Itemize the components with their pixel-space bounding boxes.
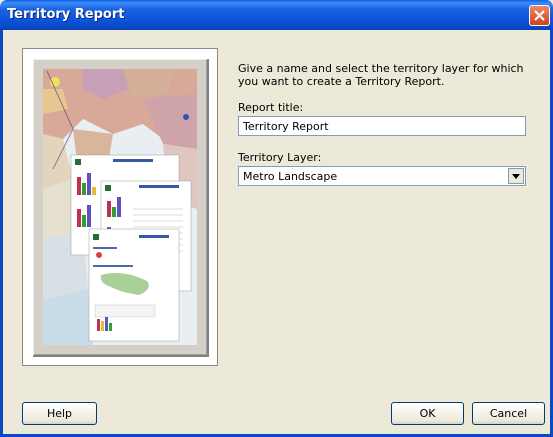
territory-layer-label: Territory Layer: [238,151,322,164]
report-title-label: Report title: [238,101,304,114]
help-button[interactable]: Help [22,402,97,425]
title-bar[interactable]: Territory Report [0,0,553,30]
close-icon [534,10,545,21]
window-title: Territory Report [7,7,125,22]
preview-frame [31,57,209,357]
instructions-text: Give a name and select the territory lay… [238,62,524,88]
preview-panel [22,48,218,366]
chevron-down-icon [512,174,520,179]
report-preview-image [43,69,197,345]
close-button[interactable] [529,5,550,26]
territory-layer-select[interactable]: Metro Landscape [238,166,526,186]
territory-layer-value: Metro Landscape [243,170,338,183]
cancel-button[interactable]: Cancel [472,402,545,425]
ok-button[interactable]: OK [391,402,464,425]
report-title-input[interactable] [238,116,526,136]
dropdown-button[interactable] [508,168,524,184]
dialog-window: Territory Report Give a name and select … [0,0,553,437]
